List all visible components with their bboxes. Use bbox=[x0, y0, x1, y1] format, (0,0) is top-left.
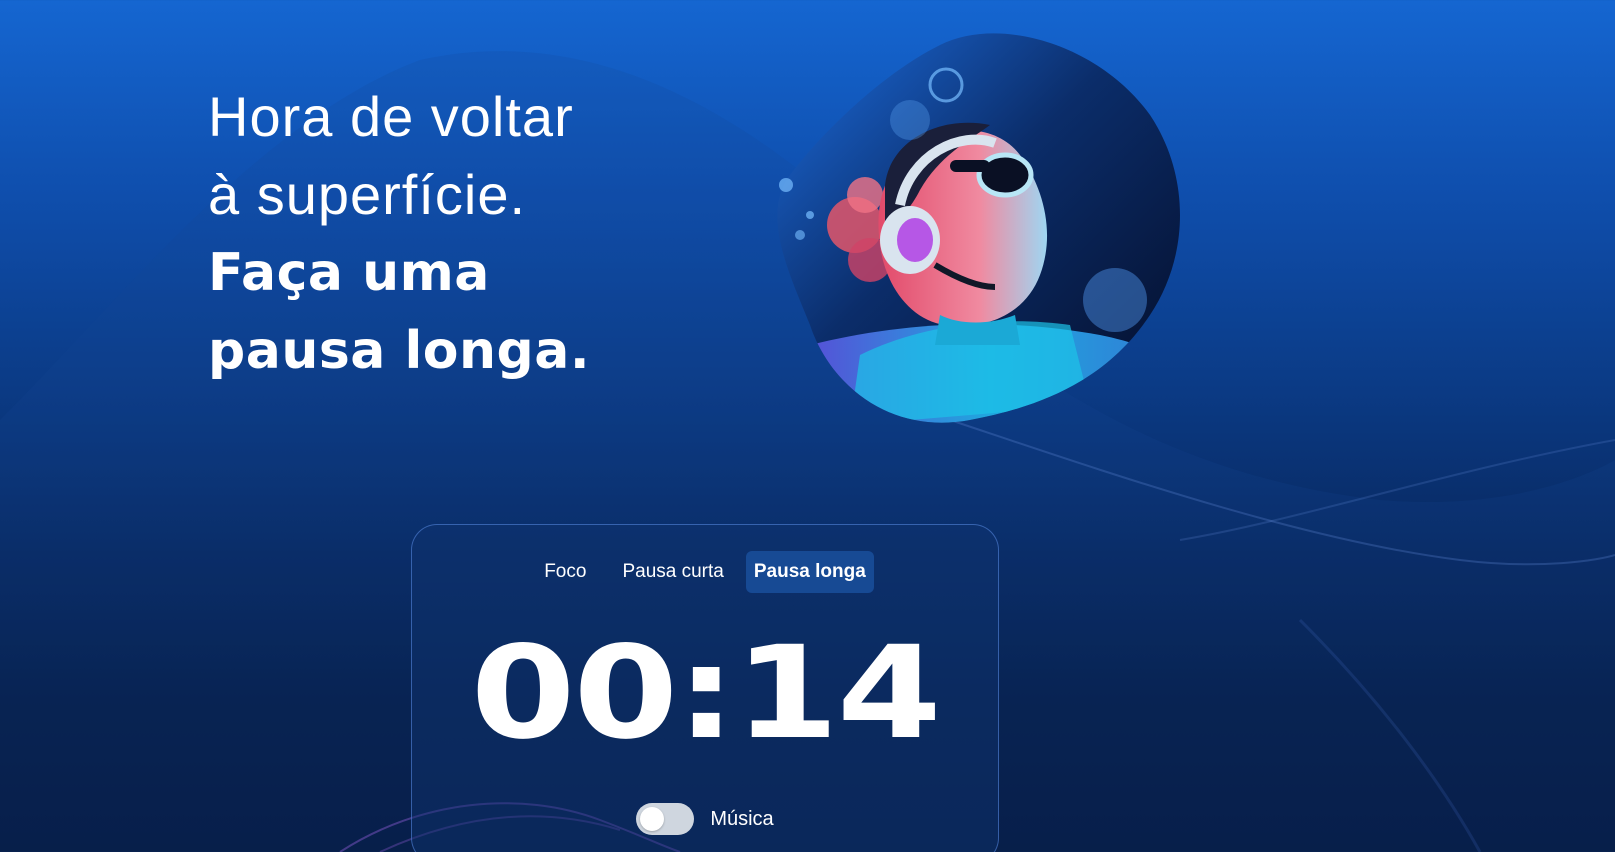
toggle-knob bbox=[640, 807, 665, 831]
timer-display: 00:14 bbox=[470, 619, 942, 768]
hero-title: Hora de voltar à superfície. Faça uma pa… bbox=[208, 78, 590, 390]
tab-foco[interactable]: Foco bbox=[536, 551, 594, 593]
hero-line-2: à superfície. bbox=[208, 163, 527, 226]
music-label: Música bbox=[710, 807, 774, 830]
hero-line-4: pausa longa. bbox=[208, 321, 591, 381]
mode-tabs: Foco Pausa curta Pausa longa bbox=[412, 551, 998, 593]
music-toggle-row: Música bbox=[412, 803, 998, 835]
tab-pausa-curta[interactable]: Pausa curta bbox=[614, 551, 731, 593]
diver-with-headphones-illustration bbox=[777, 33, 1181, 423]
music-toggle[interactable] bbox=[636, 803, 695, 835]
hero-line-1: Hora de voltar bbox=[208, 85, 574, 148]
tab-pausa-longa[interactable]: Pausa longa bbox=[745, 551, 874, 593]
timer-card: Foco Pausa curta Pausa longa 00:14 Músic… bbox=[411, 524, 999, 852]
hero-line-3: Faça uma bbox=[208, 243, 490, 303]
